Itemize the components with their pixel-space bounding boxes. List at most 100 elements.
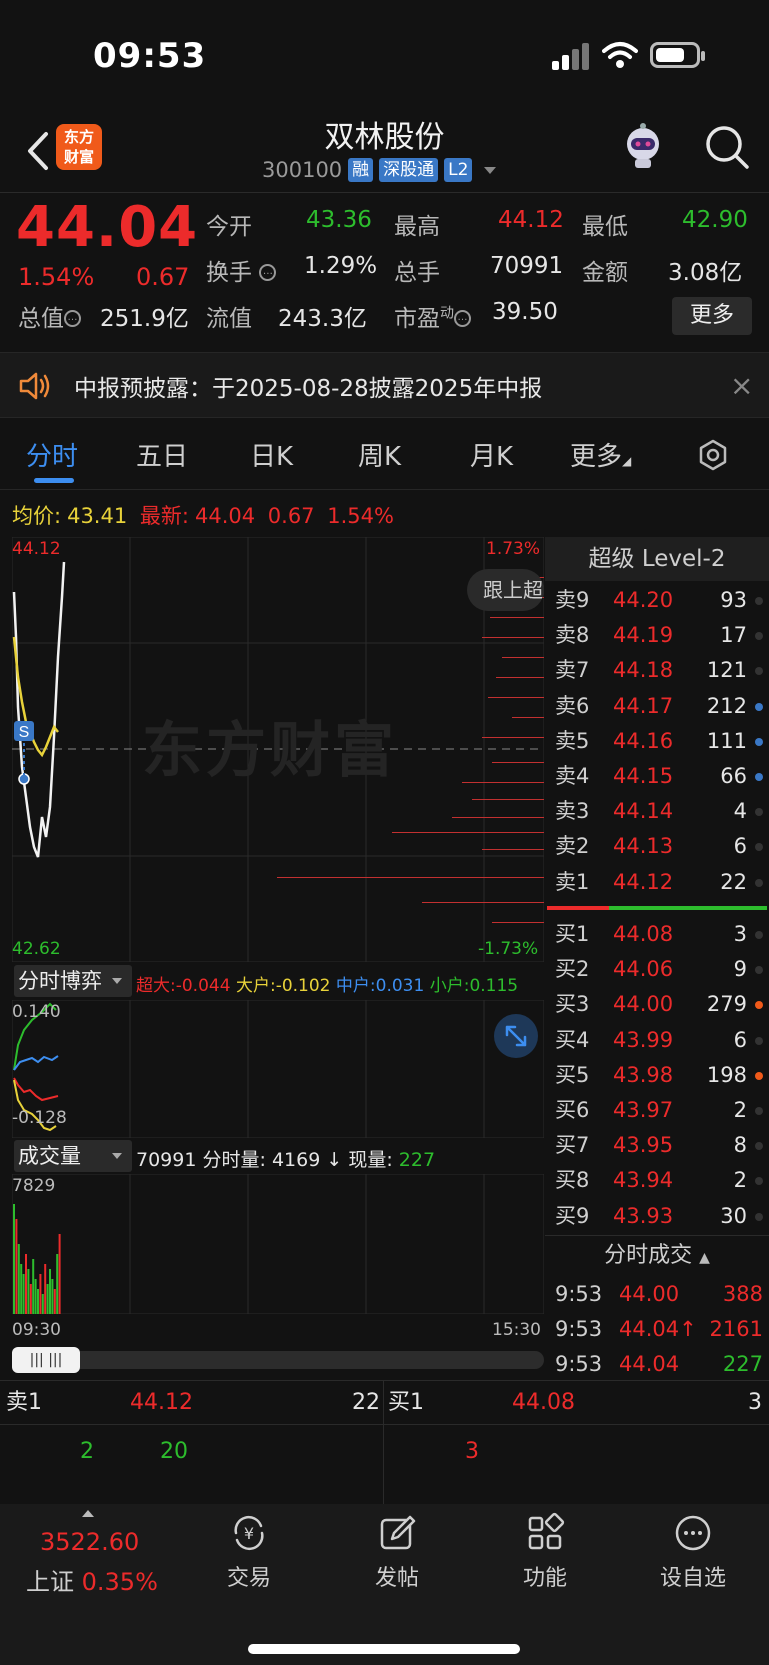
tab-daily-k[interactable]: 日K bbox=[250, 436, 293, 473]
ask-level-price: 44.15 bbox=[613, 764, 674, 788]
ask-level-row[interactable]: 卖9 44.20 93 bbox=[545, 583, 769, 618]
level-dot bbox=[755, 632, 763, 641]
level-dot bbox=[755, 773, 763, 781]
bid-level-row[interactable]: 买2 44.06 9 bbox=[545, 952, 769, 987]
bid-level-price: 44.06 bbox=[613, 957, 674, 982]
scroll-handle[interactable]: ||| ||| bbox=[12, 1347, 80, 1373]
index-name[interactable]: 上证 0.35% bbox=[26, 1562, 158, 1597]
tab-five-day[interactable]: 五日 bbox=[136, 436, 188, 473]
volume-dropdown[interactable]: 成交量 bbox=[14, 1140, 132, 1172]
info-icon: … bbox=[454, 310, 471, 327]
bid-level-label: 买5 bbox=[555, 1062, 590, 1087]
chart-scroll-bar[interactable]: ||| ||| bbox=[12, 1347, 544, 1373]
mktcap-value: 251.9亿 bbox=[100, 306, 189, 332]
volume-bar bbox=[39, 1274, 42, 1314]
volume-bar bbox=[20, 1264, 23, 1314]
tab-more[interactable]: 更多◢ bbox=[570, 436, 631, 473]
ask-level-row[interactable]: 卖7 44.18 121 bbox=[545, 653, 769, 688]
average-price-line: 均价: 43.41 最新: 44.04 0.67 1.54% bbox=[12, 500, 400, 530]
strip-ask-price: 44.12 bbox=[130, 1390, 193, 1415]
ask-level-row[interactable]: 卖6 44.17 212 bbox=[545, 689, 769, 724]
ask-level-row[interactable]: 卖3 44.14 4 bbox=[545, 794, 769, 829]
more-button[interactable]: 更多 bbox=[672, 297, 752, 335]
bid-level-row[interactable]: 买5 43.98 198 bbox=[545, 1058, 769, 1093]
ask-level-label: 卖3 bbox=[555, 799, 590, 824]
nav-functions[interactable]: 功能 bbox=[490, 1512, 600, 1592]
price-line bbox=[12, 561, 66, 858]
tab-intraday[interactable]: 分时 bbox=[26, 436, 78, 473]
price-axis-bottom: 42.62 bbox=[12, 939, 61, 959]
time-axis-start: 09:30 bbox=[12, 1320, 61, 1340]
bid-level-row[interactable]: 买3 44.00 279 bbox=[545, 987, 769, 1022]
volume-bar bbox=[13, 1204, 15, 1314]
tab-monthly-k[interactable]: 月K bbox=[470, 436, 513, 473]
money-flow-header: 分时博弈 超大:-0.044 大户:-0.102 中户:0.031 小户:0.1… bbox=[12, 965, 544, 997]
order-book-title[interactable]: 超级 Level-2 bbox=[545, 537, 769, 581]
float-label: 流值 bbox=[206, 306, 252, 332]
bid-level-row[interactable]: 买8 43.94 2 bbox=[545, 1163, 769, 1198]
ask-level-label: 卖2 bbox=[555, 834, 590, 859]
trades-title[interactable]: 分时成交 ▲ bbox=[545, 1235, 769, 1275]
follow-button[interactable]: 跟上超 bbox=[467, 569, 544, 611]
volume-bar bbox=[22, 1274, 25, 1314]
mid-investor-line bbox=[13, 1055, 59, 1071]
mktcap-label[interactable]: 总值… bbox=[18, 299, 81, 333]
volume-header: 成交量 70991 分时量: 4169 ↓ 现量: 227 bbox=[12, 1140, 544, 1172]
turnover-label[interactable]: 换手 … bbox=[206, 253, 277, 287]
index-value[interactable]: 3522.60 bbox=[40, 1528, 139, 1556]
avg-value: 43.41 bbox=[67, 504, 128, 528]
cellular-signal-icon bbox=[552, 42, 592, 70]
speaker-icon bbox=[19, 372, 50, 400]
stock-code-row[interactable]: 300100 融 深股通 L2 bbox=[262, 158, 497, 182]
svg-text:¥: ¥ bbox=[244, 1524, 254, 1543]
level-dot bbox=[755, 966, 763, 975]
stock-code: 300100 bbox=[262, 158, 343, 182]
latest-change: 0.67 bbox=[267, 504, 315, 528]
bid-level-label: 买1 bbox=[555, 922, 590, 946]
robot-assistant-icon[interactable] bbox=[618, 122, 668, 172]
bid-level-row[interactable]: 买4 43.99 6 bbox=[545, 1023, 769, 1058]
bid-level-row[interactable]: 买7 43.95 8 bbox=[545, 1128, 769, 1163]
level-dot bbox=[755, 1071, 763, 1080]
active-tab-indicator bbox=[34, 478, 74, 483]
bid-level-row[interactable]: 买1 44.08 3 bbox=[545, 917, 769, 952]
more-circle-icon bbox=[675, 1515, 711, 1551]
tab-weekly-k[interactable]: 周K bbox=[358, 436, 401, 473]
bid-level-volume: 279 bbox=[706, 992, 747, 1017]
info-icon: … bbox=[64, 310, 81, 327]
ask-level-volume: 121 bbox=[706, 658, 747, 683]
ask-level-price: 44.13 bbox=[613, 834, 674, 859]
close-icon[interactable]: × bbox=[730, 369, 753, 402]
intraday-chart[interactable]: S 东方财富 44.12 42.62 1.73% -1.73% 跟上超 bbox=[12, 537, 544, 962]
bid-level-label: 买8 bbox=[555, 1168, 590, 1193]
gear-icon[interactable] bbox=[696, 438, 730, 472]
money-flow-dropdown[interactable]: 分时博弈 bbox=[14, 965, 132, 997]
ask-level-row[interactable]: 卖5 44.16 111 bbox=[545, 724, 769, 759]
strip-bid-queue-1: 3 bbox=[465, 1439, 479, 1464]
stock-header: 东方 财富 双林股份 300100 融 深股通 L2 bbox=[0, 110, 769, 192]
ask-level-row[interactable]: 卖4 44.15 66 bbox=[545, 759, 769, 794]
nav-add-watchlist[interactable]: 设自选 bbox=[638, 1512, 748, 1592]
bid-level-price: 44.08 bbox=[613, 922, 674, 946]
ask-level-row[interactable]: 卖2 44.13 6 bbox=[545, 829, 769, 864]
nav-post[interactable]: 发帖 bbox=[342, 1512, 452, 1592]
ask-level-row[interactable]: 卖1 44.12 22 bbox=[545, 865, 769, 900]
wifi-icon bbox=[602, 42, 638, 68]
grid-icon bbox=[528, 1512, 565, 1550]
ask-level-volume: 212 bbox=[706, 693, 747, 718]
level-dot bbox=[755, 931, 763, 939]
nav-trade[interactable]: ¥ 交易 bbox=[194, 1512, 304, 1592]
pe-label[interactable]: 市盈动… bbox=[394, 299, 471, 333]
search-icon[interactable] bbox=[704, 124, 750, 170]
bid-level-row[interactable]: 买9 43.93 30 bbox=[545, 1199, 769, 1234]
pct-axis-bottom: -1.73% bbox=[478, 939, 539, 959]
bid-level-row[interactable]: 买6 43.97 2 bbox=[545, 1093, 769, 1128]
float-value: 243.3亿 bbox=[278, 306, 367, 332]
bid-level-label: 买6 bbox=[555, 1098, 590, 1122]
volume-bar bbox=[34, 1279, 37, 1314]
ask-level-price: 44.18 bbox=[613, 658, 674, 683]
ask-level-price: 44.12 bbox=[613, 869, 674, 894]
ask-level-row[interactable]: 卖8 44.19 17 bbox=[545, 618, 769, 653]
home-indicator[interactable] bbox=[248, 1644, 520, 1654]
announcement-banner[interactable]: 中报预披露：于2025-08-28披露2025年中报 × bbox=[0, 352, 769, 418]
